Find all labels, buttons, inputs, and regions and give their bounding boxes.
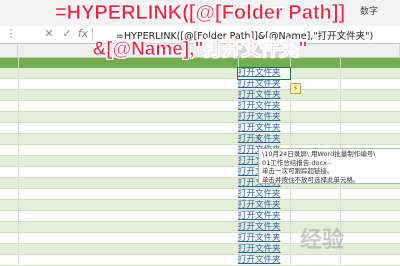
hyperlink-cell[interactable]: 打开文件夹 <box>238 123 290 134</box>
tooltip-path: \10月24日录屏\ 用Word批量制作编号\ <box>262 150 376 158</box>
hyperlink-cell[interactable]: 打开文件夹 <box>238 79 290 90</box>
hyperlink-cell[interactable]: 打开文件夹 <box>238 211 290 222</box>
hyperlink-cell[interactable]: 打开文件夹 <box>238 200 290 211</box>
hyperlink-cell[interactable]: 打开文件夹 <box>238 233 290 244</box>
hand-cursor-icon: ☝ <box>254 132 262 146</box>
hyperlink-cell[interactable]: 打开文件夹 <box>238 189 290 200</box>
hyperlink-cell[interactable]: 打开文件夹 <box>237 67 291 80</box>
gridline <box>18 58 19 266</box>
hyperlink-cell[interactable]: 打开文件夹 <box>238 244 290 255</box>
watermark: 经验 <box>300 228 345 253</box>
hyperlink-cell[interactable]: 打开文件夹 <box>238 112 290 123</box>
tooltip-hint-click: 单击一次可跟踪超链接。 <box>262 167 334 175</box>
hyperlink-cell[interactable]: 打开文件夹 <box>238 134 290 145</box>
overlay-formula-line-2: &[@Name],"打开文件夹" <box>92 39 308 61</box>
tooltip-file: 01工作总结报告.docx - <box>262 158 332 167</box>
autofill-options-icon[interactable]: ⚡ <box>290 83 301 94</box>
hyperlink-cell[interactable]: 打开文件夹 <box>238 222 290 233</box>
tooltip-hint-hold: 单击并按住不放可选择此单元格。 <box>262 175 360 184</box>
hyperlink-cell[interactable]: 打开文件夹 <box>238 90 290 101</box>
hyperlink-cell[interactable]: 打开文件夹 <box>238 255 290 266</box>
hyperlink-cell[interactable]: 打开文件夹 <box>238 101 290 112</box>
overlay-formula-line-1: =HYPERLINK([@[Folder Path]] <box>54 2 346 25</box>
hyperlink-tooltip: \10月24日录屏\ 用Word批量制作编号\ 01工作总结报告.docx - … <box>258 148 400 184</box>
